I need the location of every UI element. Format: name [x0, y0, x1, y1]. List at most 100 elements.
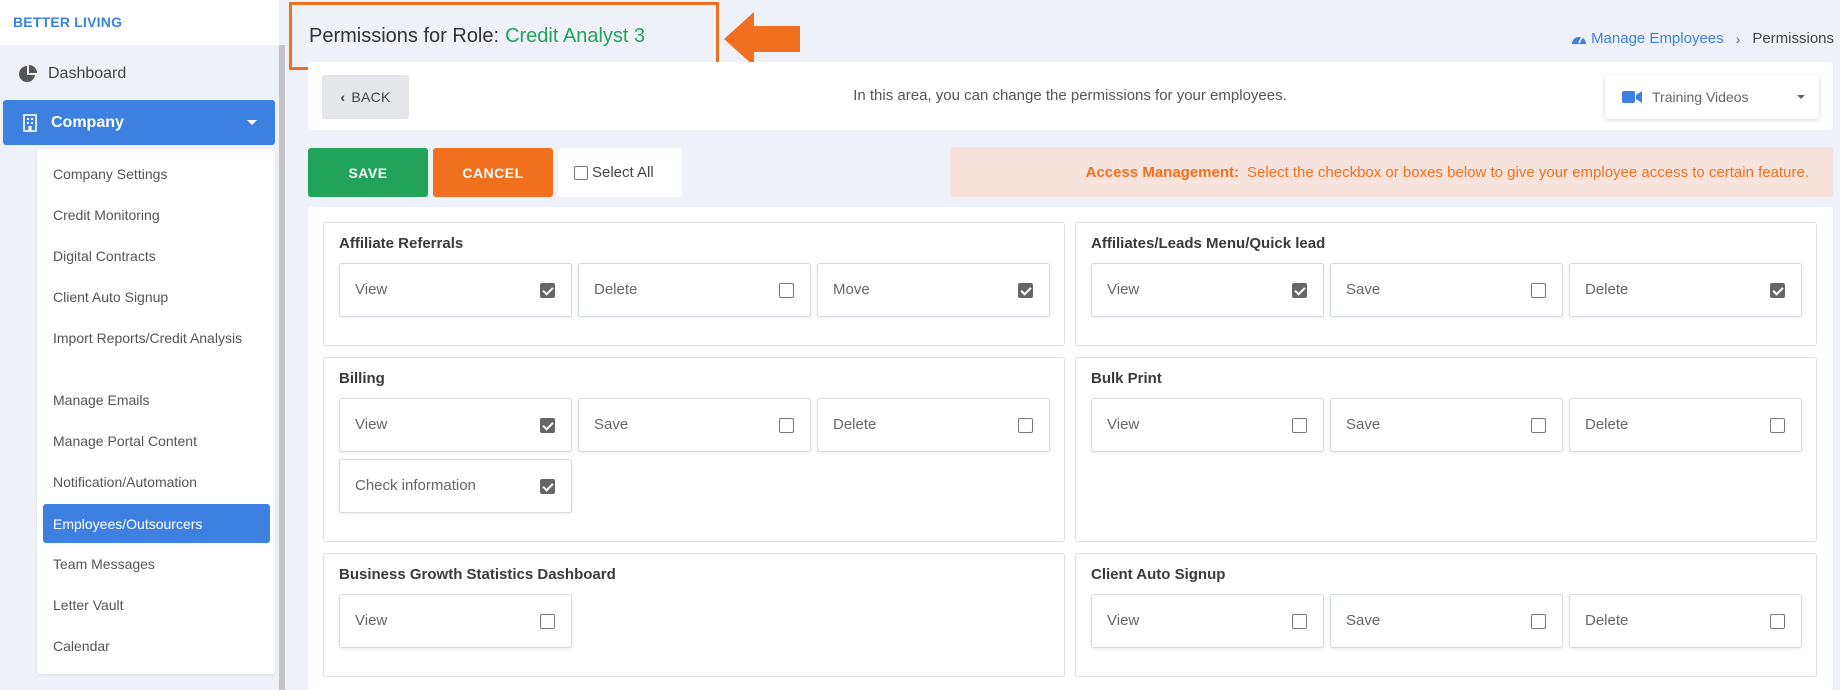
- permission-label: Save: [1346, 281, 1381, 298]
- permission-item[interactable]: View: [1091, 594, 1324, 648]
- permission-label: View: [355, 416, 388, 433]
- arrow-left-icon: [724, 12, 800, 66]
- permission-checkbox[interactable]: [779, 283, 794, 298]
- breadcrumb-link-manage-employees[interactable]: Manage Employees: [1571, 30, 1724, 47]
- cancel-button[interactable]: CANCEL: [433, 148, 553, 197]
- chevron-right-icon: ›: [1735, 30, 1741, 47]
- permission-item[interactable]: Delete: [1569, 594, 1802, 648]
- permission-group-title: Billing: [339, 370, 385, 387]
- video-camera-icon: [1622, 91, 1642, 103]
- permission-item[interactable]: Delete: [1569, 398, 1802, 452]
- permission-checkbox[interactable]: [1531, 614, 1546, 629]
- access-management-text: Select the checkbox or boxes below to gi…: [1247, 163, 1809, 181]
- company-submenu: Company Settings Credit Monitoring Digit…: [37, 149, 275, 674]
- permission-checkbox[interactable]: [1292, 418, 1307, 433]
- permission-checkbox[interactable]: [1770, 614, 1785, 629]
- permission-checkbox[interactable]: [1770, 418, 1785, 433]
- permission-item[interactable]: Check information: [339, 459, 572, 513]
- page-title-prefix: Permissions for Role:: [309, 24, 500, 47]
- select-all-toggle[interactable]: Select All: [558, 148, 682, 197]
- submenu-item-manage-portal-content[interactable]: Manage Portal Content: [37, 431, 275, 451]
- permission-group-client-auto-signup: Client Auto Signup View Save Delete: [1075, 553, 1817, 677]
- permission-group-bulk-print: Bulk Print View Save Delete: [1075, 357, 1817, 542]
- permission-checkbox[interactable]: [779, 418, 794, 433]
- permission-group-title: Affiliates/Leads Menu/Quick lead: [1091, 235, 1326, 252]
- permission-checkbox[interactable]: [1292, 614, 1307, 629]
- permission-checkbox[interactable]: [1292, 283, 1307, 298]
- permission-checkbox[interactable]: [1531, 283, 1546, 298]
- permission-item[interactable]: Save: [1330, 263, 1563, 317]
- sidebar-item-label: Dashboard: [48, 65, 127, 82]
- permission-item[interactable]: View: [339, 594, 572, 648]
- submenu-item-employees-outsourcers[interactable]: Employees/Outsourcers: [43, 504, 270, 543]
- permission-checkbox[interactable]: [540, 418, 555, 433]
- training-videos-dropdown[interactable]: Training Videos: [1605, 75, 1819, 119]
- permission-group-affiliates-leads: Affiliates/Leads Menu/Quick lead View Sa…: [1075, 222, 1817, 346]
- permission-label: Delete: [594, 281, 638, 298]
- permission-checkbox[interactable]: [540, 479, 555, 494]
- role-name: Credit Analyst 3: [505, 24, 646, 47]
- select-all-label: Select All: [592, 164, 654, 181]
- access-management-banner: Access Management: Select the checkbox o…: [950, 147, 1833, 197]
- gauge-icon: [1572, 36, 1587, 44]
- permission-item[interactable]: View: [339, 263, 572, 317]
- training-videos-label: Training Videos: [1652, 89, 1749, 105]
- building-icon: [23, 113, 37, 132]
- select-all-checkbox[interactable]: [574, 165, 588, 180]
- sidebar-item-dashboard[interactable]: Dashboard: [0, 56, 279, 92]
- permission-label: View: [1107, 281, 1140, 298]
- brand-logo[interactable]: BETTER LIVING: [0, 0, 279, 45]
- permission-checkbox[interactable]: [540, 283, 555, 298]
- submenu-item-company-settings[interactable]: Company Settings: [37, 164, 275, 184]
- permission-item[interactable]: View: [1091, 263, 1324, 317]
- permission-label: View: [355, 281, 388, 298]
- page-title: Permissions for Role: Credit Analyst 3: [289, 2, 719, 70]
- submenu-item-calendar[interactable]: Calendar: [37, 636, 275, 656]
- permission-checkbox[interactable]: [1531, 418, 1546, 433]
- permission-label: Delete: [1585, 612, 1629, 629]
- permission-item[interactable]: Save: [1330, 398, 1563, 452]
- permission-item[interactable]: Save: [578, 398, 811, 452]
- permission-item[interactable]: View: [1091, 398, 1324, 452]
- permission-checkbox[interactable]: [1018, 418, 1033, 433]
- permission-group-title: Affiliate Referrals: [339, 235, 464, 252]
- permission-label: Check information: [355, 477, 476, 494]
- submenu-item-client-auto-signup[interactable]: Client Auto Signup: [37, 287, 275, 307]
- submenu-item-letter-vault[interactable]: Letter Vault: [37, 595, 275, 615]
- info-text: In this area, you can change the permiss…: [853, 87, 1287, 104]
- submenu-item-import-reports[interactable]: Import Reports/Credit Analysis: [37, 328, 275, 348]
- chevron-left-icon: ‹: [340, 89, 346, 105]
- save-button[interactable]: SAVE: [308, 148, 428, 197]
- submenu-item-team-messages[interactable]: Team Messages: [37, 554, 275, 574]
- submenu-item-credit-monitoring[interactable]: Credit Monitoring: [37, 205, 275, 225]
- permission-label: View: [1107, 416, 1140, 433]
- permission-group-title: Business Growth Statistics Dashboard: [339, 566, 616, 583]
- permission-checkbox[interactable]: [1770, 283, 1785, 298]
- permission-label: Delete: [1585, 416, 1629, 433]
- permission-label: View: [355, 612, 388, 629]
- submenu-item-digital-contracts[interactable]: Digital Contracts: [37, 246, 275, 266]
- permission-label: Delete: [1585, 281, 1629, 298]
- permission-item[interactable]: Delete: [817, 398, 1050, 452]
- permission-label: Move: [833, 281, 870, 298]
- pie-chart-icon: [19, 65, 37, 82]
- permission-checkbox[interactable]: [540, 614, 555, 629]
- permission-checkbox[interactable]: [1018, 283, 1033, 298]
- permission-group-title: Client Auto Signup: [1091, 566, 1226, 583]
- breadcrumb: Manage Employees › Permissions: [1571, 30, 1834, 47]
- permission-group-affiliate-referrals: Affiliate Referrals View Delete Move: [323, 222, 1065, 346]
- sidebar-item-company[interactable]: Company: [3, 100, 275, 145]
- permission-item[interactable]: Save: [1330, 594, 1563, 648]
- breadcrumb-link-label: Manage Employees: [1591, 30, 1724, 47]
- submenu-item-manage-emails[interactable]: Manage Emails: [37, 390, 275, 410]
- back-button[interactable]: ‹ BACK: [322, 75, 409, 119]
- submenu-item-notification-automation[interactable]: Notification/Automation: [37, 472, 275, 492]
- permission-item[interactable]: Delete: [578, 263, 811, 317]
- permission-item[interactable]: Move: [817, 263, 1050, 317]
- permission-label: Save: [1346, 612, 1381, 629]
- sidebar-scrollbar[interactable]: [279, 45, 285, 690]
- permission-item[interactable]: View: [339, 398, 572, 452]
- permission-group-billing: Billing View Save Delete Check informati…: [323, 357, 1065, 542]
- permission-item[interactable]: Delete: [1569, 263, 1802, 317]
- permission-group-title: Bulk Print: [1091, 370, 1162, 387]
